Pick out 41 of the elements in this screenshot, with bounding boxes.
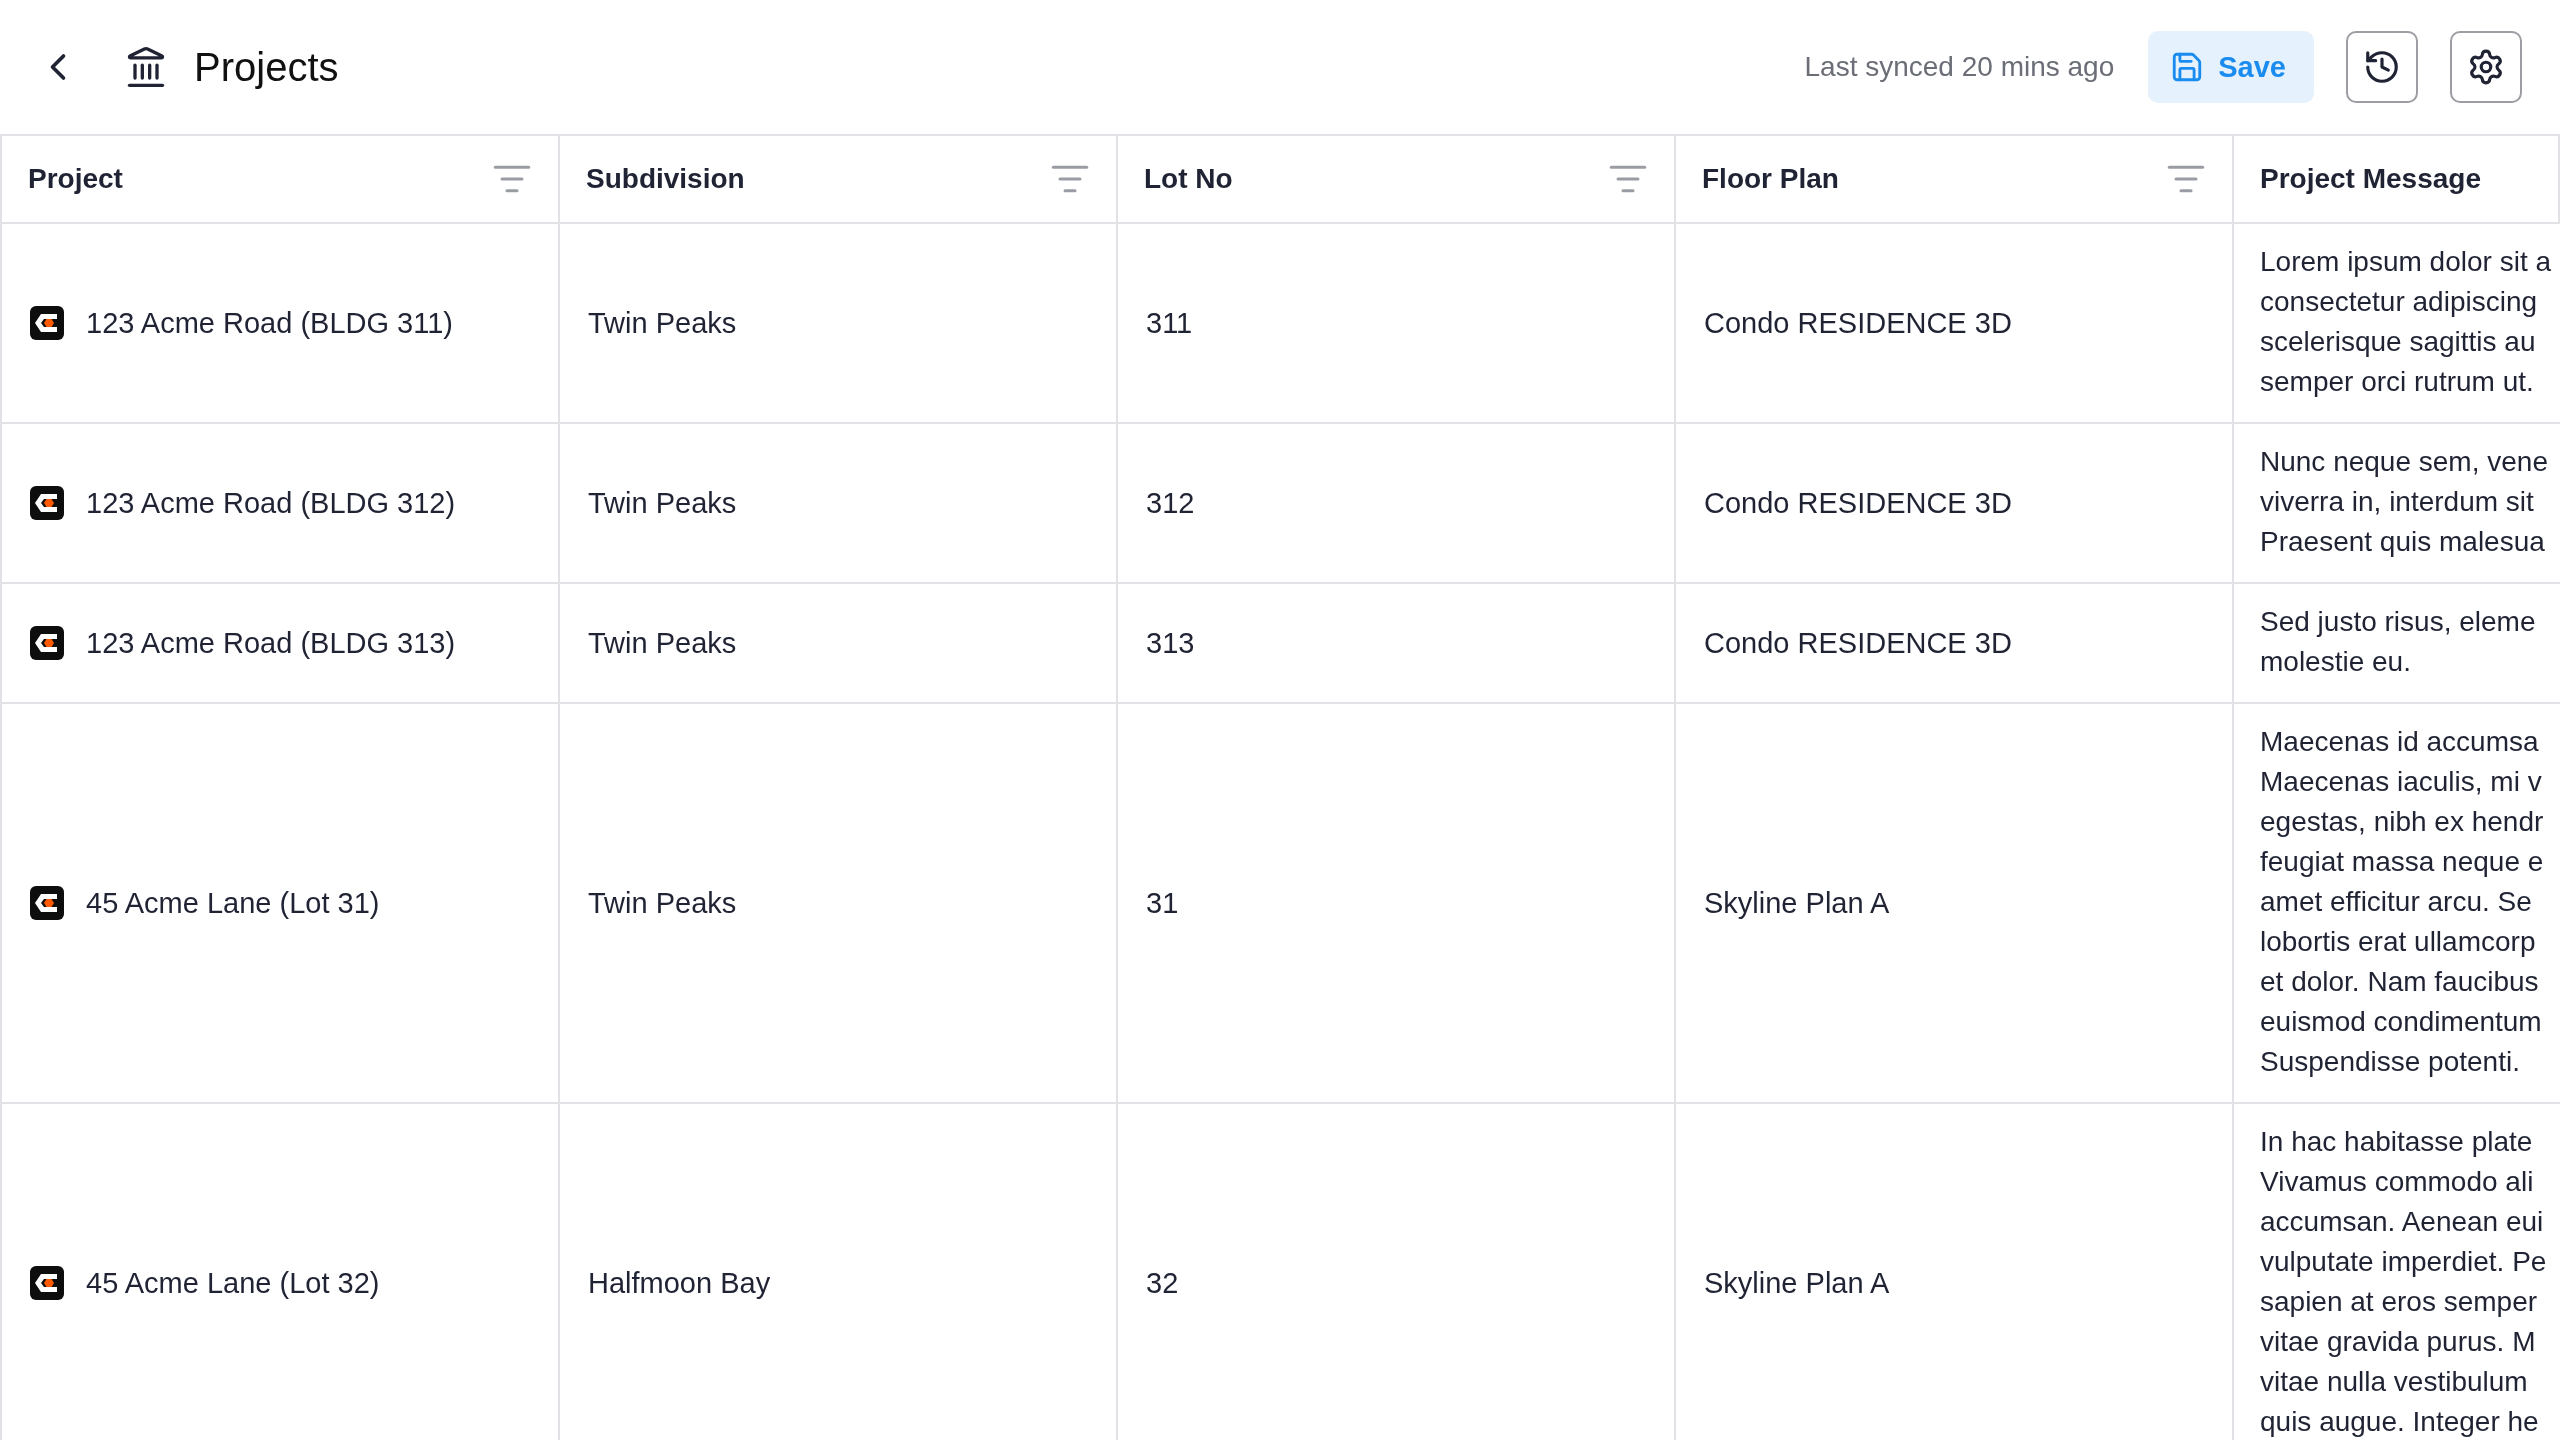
- floor-plan-text: Condo RESIDENCE 3D: [1704, 486, 2012, 520]
- sync-status: Last synced 20 mins ago: [1804, 51, 2115, 83]
- project-logo-icon: [30, 626, 64, 660]
- column-label: Project: [28, 163, 123, 195]
- column-label: Floor Plan: [1702, 163, 1839, 195]
- project-message: Lorem ipsum dolor sit a consectetur adipiscing scelerisque sagittis au semper orci rutrum ut.: [2260, 245, 2552, 399]
- settings-icon: [2467, 48, 2505, 86]
- floor-plan-text: Condo RESIDENCE 3D: [1704, 626, 2012, 660]
- column-label: Project Message: [2260, 163, 2481, 195]
- column-label: Subdivision: [586, 163, 745, 195]
- subdivision-text: Twin Peaks: [588, 306, 737, 340]
- project-name[interactable]: 123 Acme Road (BLDG 311): [86, 306, 453, 340]
- lot-number: 311: [1146, 306, 1193, 340]
- project-message: In hac habitasse plate Vivamus commodo ali accumsan. Aenean eui vulputate imperdiet. Pe sapien at eros semper vitae gravida purus. M vitae nulla vestibulum quis augue. Integer he: [2260, 1125, 2548, 1439]
- lot-number: 31: [1146, 886, 1179, 920]
- lot-number: 313: [1146, 626, 1195, 660]
- lot-number: 32: [1146, 1266, 1179, 1300]
- project-logo-icon: [30, 1266, 64, 1300]
- project-message: Maecenas id accumsa Maecenas iaculis, mi v egestas, nibh ex hendr feugiat massa neque e amet efficitur arcu. Se lobortis erat ullamcorp et dolor. Nam faucibus euismod condimentum Suspendisse potenti.: [2260, 725, 2545, 1079]
- project-message: Nunc neque sem, vene viverra in, interdum sit Praesent quis malesua: [2260, 445, 2549, 559]
- floor-plan-text: Skyline Plan A: [1704, 1266, 1890, 1300]
- column-label: Lot No: [1144, 163, 1233, 195]
- project-logo-icon: [30, 886, 64, 920]
- project-name[interactable]: 123 Acme Road (BLDG 312): [86, 486, 456, 520]
- project-logo-icon: [30, 306, 64, 340]
- project-name[interactable]: 45 Acme Lane (Lot 32): [86, 1266, 380, 1300]
- subdivision-text: Twin Peaks: [588, 626, 737, 660]
- history-icon: [2363, 48, 2401, 86]
- history-button[interactable]: [2346, 31, 2418, 103]
- subdivision-text: Twin Peaks: [588, 886, 737, 920]
- project-message: Sed justo risus, eleme molestie eu.: [2260, 605, 2537, 679]
- project-logo-icon: [30, 486, 64, 520]
- page-title: Projects: [194, 44, 339, 90]
- subdivision-text: Twin Peaks: [588, 486, 737, 520]
- settings-button[interactable]: [2450, 31, 2522, 103]
- floor-plan-text: Condo RESIDENCE 3D: [1704, 306, 2012, 340]
- floor-plan-text: Skyline Plan A: [1704, 886, 1890, 920]
- lot-number: 312: [1146, 486, 1195, 520]
- subdivision-text: Halfmoon Bay: [588, 1266, 771, 1300]
- project-name[interactable]: 123 Acme Road (BLDG 313): [86, 626, 456, 660]
- project-name[interactable]: 45 Acme Lane (Lot 31): [86, 886, 380, 920]
